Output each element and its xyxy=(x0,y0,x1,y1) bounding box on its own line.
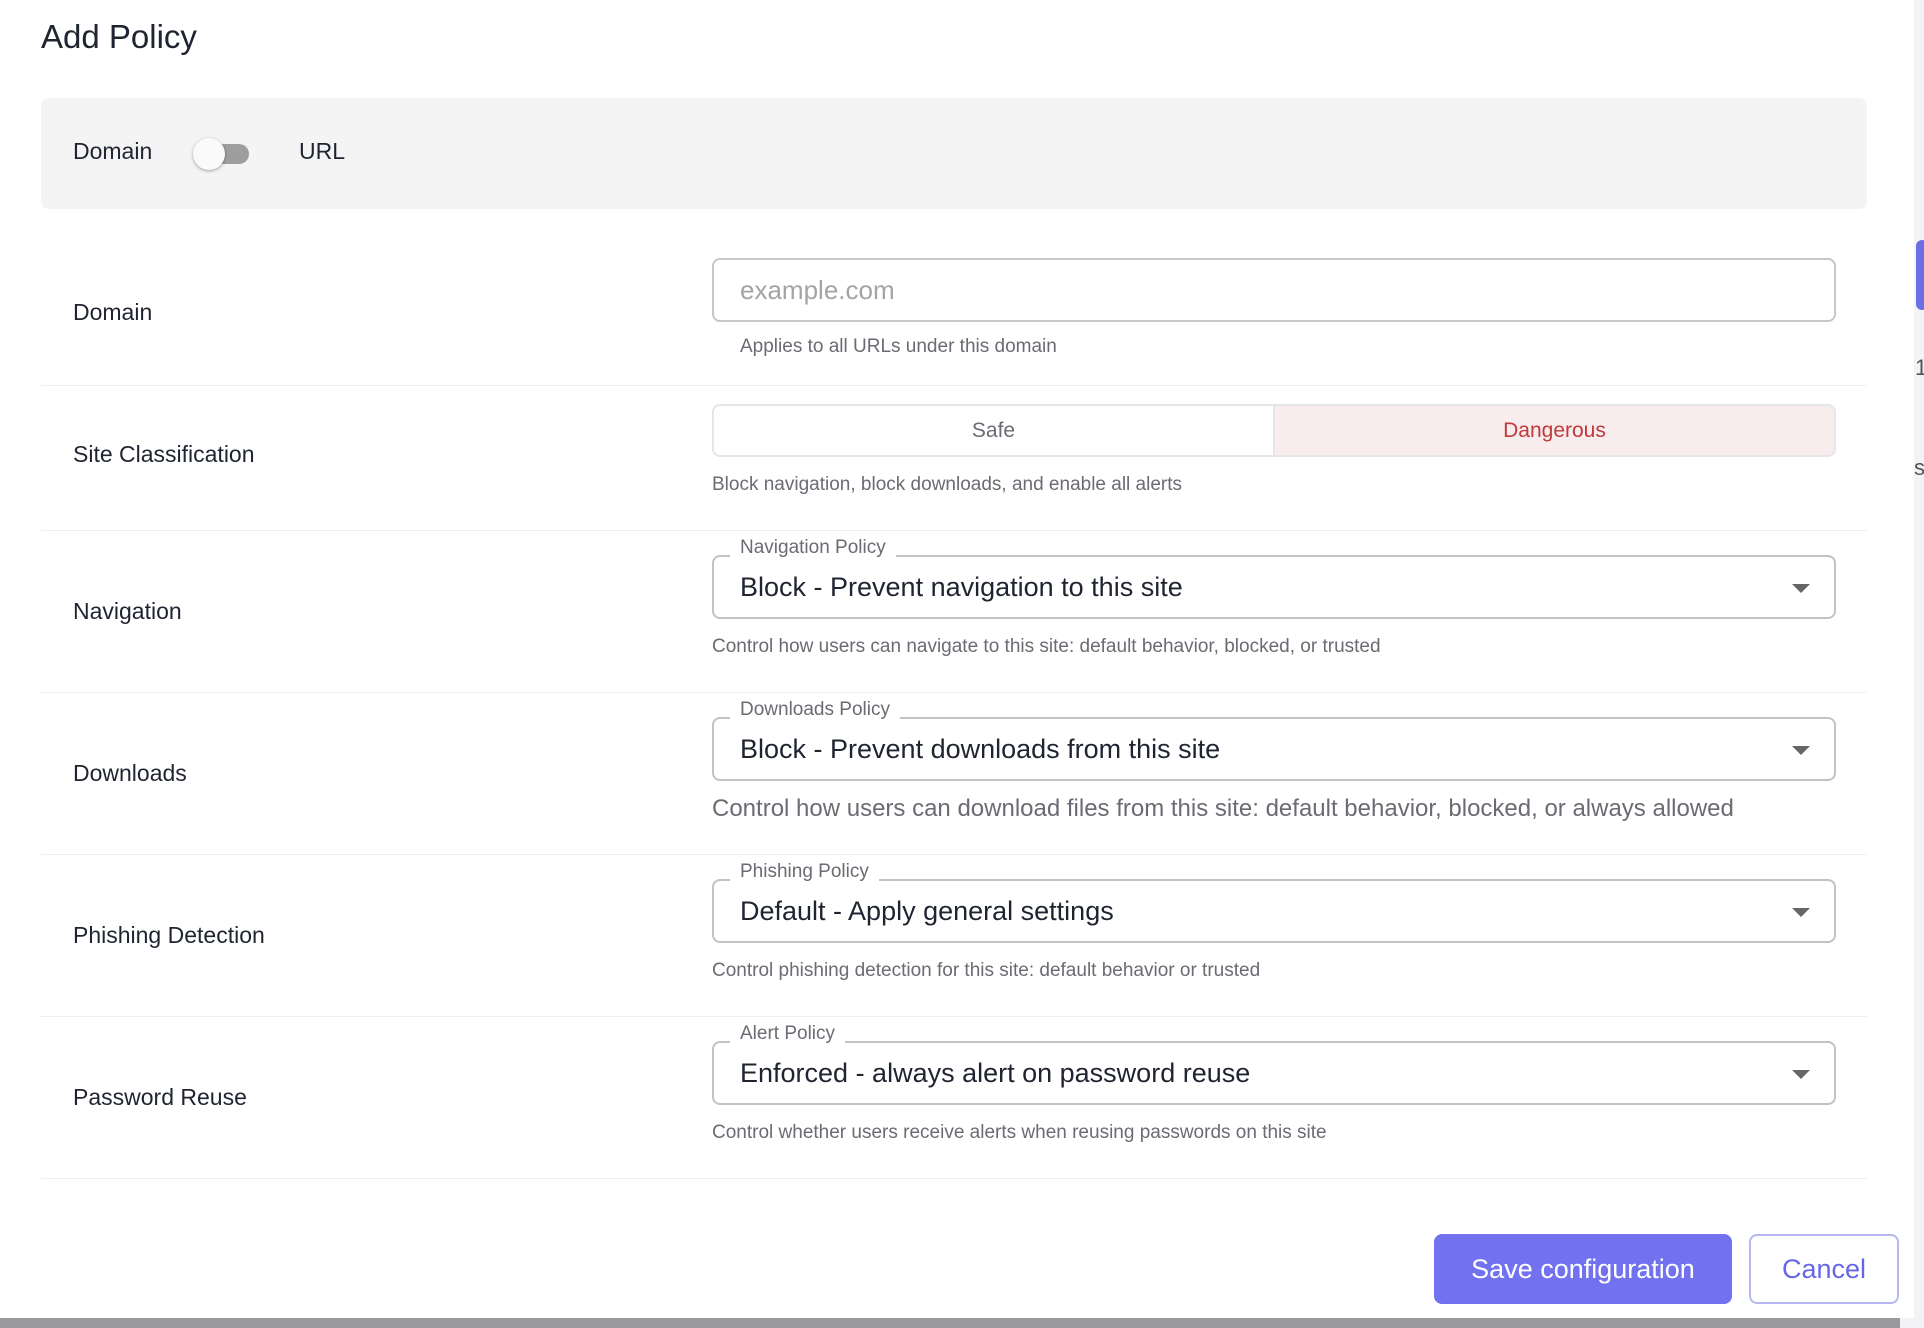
navigation-select-label: Navigation Policy xyxy=(730,537,896,559)
background-text-fragment: 1 xyxy=(1915,355,1924,380)
classification-helper-text: Block navigation, block downloads, and e… xyxy=(712,474,1183,495)
domain-url-switch[interactable] xyxy=(193,138,261,170)
classification-segmented-control: Safe Dangerous xyxy=(712,404,1836,457)
domain-helper-text: Applies to all URLs under this domain xyxy=(740,336,1057,357)
switch-thumb xyxy=(193,138,225,170)
mode-domain-label: Domain xyxy=(73,138,153,164)
chevron-down-icon xyxy=(1792,584,1810,593)
phishing-label: Phishing Detection xyxy=(73,922,265,948)
domain-input[interactable] xyxy=(712,258,1836,322)
mode-url-label: URL xyxy=(299,138,346,164)
downloads-select-value: Block - Prevent downloads from this site xyxy=(740,734,1221,764)
downloads-select-label: Downloads Policy xyxy=(730,699,900,721)
navigation-label: Navigation xyxy=(73,598,182,624)
downloads-policy-select[interactable]: Downloads Policy Block - Prevent downloa… xyxy=(712,699,1836,781)
downloads-label: Downloads xyxy=(73,760,187,786)
navigation-helper-text: Control how users can navigate to this s… xyxy=(712,636,1381,657)
add-policy-dialog: Add Policy Domain URL Domain Applies to … xyxy=(0,0,1914,1318)
password-reuse-label: Password Reuse xyxy=(73,1084,247,1110)
password-reuse-helper-text: Control whether users receive alerts whe… xyxy=(712,1122,1327,1143)
navigation-select-value: Block - Prevent navigation to this site xyxy=(740,572,1183,602)
chevron-down-icon xyxy=(1792,908,1810,917)
classification-label: Site Classification xyxy=(73,441,255,467)
chevron-down-icon xyxy=(1792,746,1810,755)
dialog-title: Add Policy xyxy=(41,18,197,55)
domain-label: Domain xyxy=(73,299,153,325)
background-text-fragment: s xyxy=(1914,455,1924,480)
background-accent-tab xyxy=(1916,240,1924,310)
cancel-button[interactable]: Cancel xyxy=(1749,1234,1899,1304)
mode-toggle-bar: Domain URL xyxy=(41,98,1867,209)
alert-select-label: Alert Policy xyxy=(730,1023,846,1045)
downloads-helper-text: Control how users can download files fro… xyxy=(712,795,1734,822)
phishing-policy-select[interactable]: Phishing Policy Default - Apply general … xyxy=(712,861,1836,943)
alert-select-value: Enforced - always alert on password reus… xyxy=(740,1058,1251,1088)
phishing-select-label: Phishing Policy xyxy=(730,861,879,883)
navigation-policy-select[interactable]: Navigation Policy Block - Prevent naviga… xyxy=(712,537,1836,619)
phishing-helper-text: Control phishing detection for this site… xyxy=(712,960,1261,981)
alert-policy-select[interactable]: Alert Policy Enforced - always alert on … xyxy=(712,1023,1836,1105)
save-configuration-button[interactable]: Save configuration xyxy=(1434,1234,1732,1304)
classification-safe-button[interactable]: Safe xyxy=(714,406,1275,455)
classification-dangerous-button[interactable]: Dangerous xyxy=(1275,406,1834,455)
phishing-select-value: Default - Apply general settings xyxy=(740,896,1114,926)
chevron-down-icon xyxy=(1792,1070,1810,1079)
